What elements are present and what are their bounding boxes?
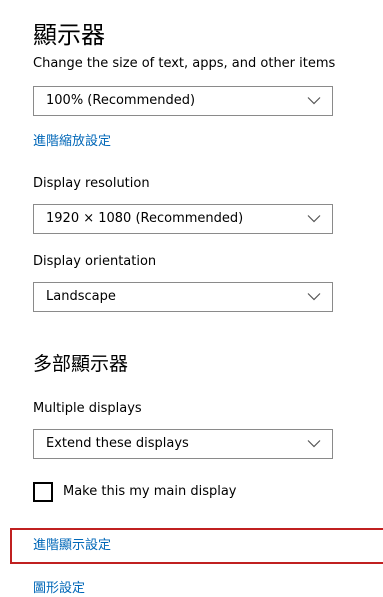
- scale-dropdown[interactable]: 100% (Recommended): [33, 86, 333, 116]
- multiple-displays-heading: 多部顯示器: [33, 353, 129, 375]
- resolution-dropdown[interactable]: 1920 × 1080 (Recommended): [33, 204, 333, 234]
- scale-dropdown-value: 100% (Recommended): [46, 93, 196, 108]
- advanced-scaling-link[interactable]: 進階縮放設定: [33, 134, 111, 150]
- resolution-label: Display resolution: [33, 176, 150, 191]
- multiple-displays-dropdown-value: Extend these displays: [46, 436, 189, 451]
- orientation-dropdown[interactable]: Landscape: [33, 282, 333, 312]
- advanced-display-settings-link[interactable]: 進階顯示設定: [33, 538, 111, 554]
- multiple-displays-label: Multiple displays: [33, 401, 142, 416]
- main-display-checkbox[interactable]: [33, 482, 53, 502]
- display-heading: 顯示器: [33, 21, 105, 49]
- orientation-dropdown-value: Landscape: [46, 289, 116, 304]
- chevron-down-icon: [307, 440, 321, 448]
- chevron-down-icon: [307, 97, 321, 105]
- main-display-checkbox-label[interactable]: Make this my main display: [63, 484, 237, 500]
- multiple-displays-dropdown[interactable]: Extend these displays: [33, 429, 333, 459]
- chevron-down-icon: [307, 215, 321, 223]
- scale-label: Change the size of text, apps, and other…: [33, 56, 336, 71]
- chevron-down-icon: [307, 293, 321, 301]
- resolution-dropdown-value: 1920 × 1080 (Recommended): [46, 211, 244, 226]
- orientation-label: Display orientation: [33, 254, 157, 269]
